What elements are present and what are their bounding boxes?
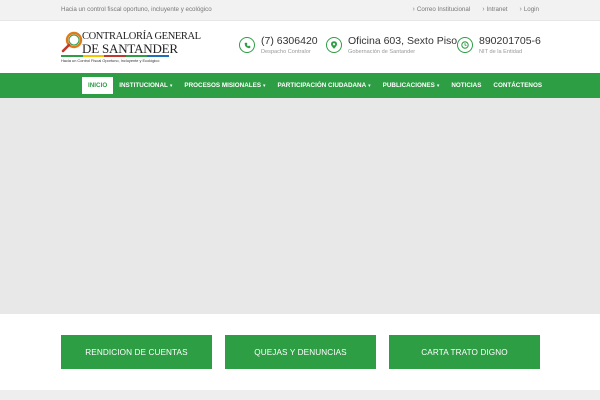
nit-sub: NIT de la Entidad xyxy=(479,49,523,55)
footer-strip xyxy=(0,390,600,400)
phone-value: (7) 6306420 xyxy=(261,35,318,47)
site-header: CONTRALORÍA GENERAL DE SANTANDER Hacia u… xyxy=(0,21,600,73)
caret-down-icon: ▾ xyxy=(436,82,440,89)
nit-value: 890201705-6 xyxy=(479,35,541,47)
magnifier-logo-icon xyxy=(61,31,83,53)
top-link-correo[interactable]: › Correo Institucional xyxy=(412,5,471,14)
caret-down-icon: ▾ xyxy=(368,82,371,89)
caret-down-icon: ▾ xyxy=(263,82,266,89)
top-link-intranet[interactable]: › Intranet xyxy=(482,5,507,14)
phone-sub: Despacho Contralor xyxy=(261,49,311,55)
carta-trato-digno-button[interactable]: CARTA TRATO DIGNO xyxy=(389,335,540,369)
top-bar: Hacia un control fiscal oportuno, incluy… xyxy=(0,0,600,21)
rendicion-de-cuentas-button[interactable]: RENDICION DE CUENTAS xyxy=(61,335,212,369)
nav-item-inicio[interactable]: INICIO xyxy=(82,77,114,94)
nav-item-institucional[interactable]: INSTITUCIONAL ▾ xyxy=(113,77,178,94)
nav-item-noticias[interactable]: NOTICIAS xyxy=(445,77,487,94)
clock-icon xyxy=(457,37,473,53)
top-links: › Correo Institucional › Intranet › Login xyxy=(412,5,539,14)
nav-item-participacion-ciudadana[interactable]: PARTICIPACIÓN CIUDADANA ▾ xyxy=(272,77,377,94)
address-value: Oficina 603, Sexto Piso xyxy=(348,35,458,47)
quejas-y-denuncias-button[interactable]: QUEJAS Y DENUNCIAS xyxy=(225,335,376,369)
nav-item-procesos-misionales[interactable]: PROCESOS MISIONALES ▾ xyxy=(178,77,271,94)
tagline: Hacia un control fiscal oportuno, incluy… xyxy=(61,6,212,13)
logo-stripe xyxy=(61,55,169,57)
top-link-login[interactable]: › Login xyxy=(519,5,539,14)
nav-item-contactenos[interactable]: CONTÁCTENOS xyxy=(487,77,548,94)
logo-slogan: Hacia un Control Fiscal Oportuno, Incluy… xyxy=(61,58,160,63)
quick-actions: RENDICION DE CUENTAS QUEJAS Y DENUNCIAS … xyxy=(0,314,600,390)
main-nav: INICIO INSTITUCIONAL ▾ PROCESOS MISIONALE… xyxy=(0,73,600,98)
site-logo[interactable]: CONTRALORÍA GENERAL DE SANTANDER Hacia u… xyxy=(61,30,201,65)
address-sub: Gobernación de Santander xyxy=(348,49,416,55)
caret-down-icon: ▾ xyxy=(169,82,173,89)
chevron-right-icon: › xyxy=(482,5,485,13)
chevron-right-icon: › xyxy=(412,5,415,13)
chevron-right-icon: › xyxy=(519,5,522,13)
hero-slider-area xyxy=(0,98,600,314)
nav-item-publicaciones[interactable]: PUBLICACIONES ▾ xyxy=(377,77,446,94)
phone-icon xyxy=(239,37,255,53)
location-pin-icon xyxy=(326,37,342,53)
